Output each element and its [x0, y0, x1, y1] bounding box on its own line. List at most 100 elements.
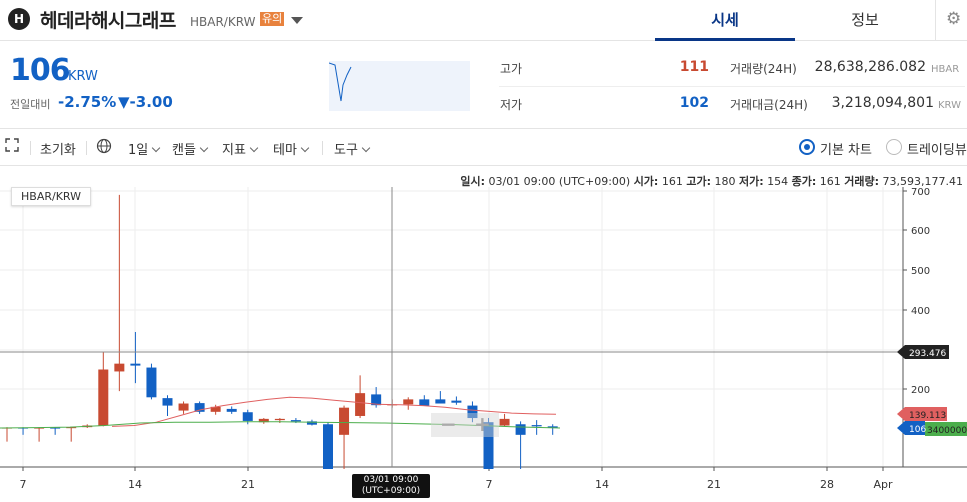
- svg-text:139.113: 139.113: [909, 411, 946, 421]
- crosshair-tz: (UTC+09:00): [361, 486, 421, 496]
- coin-pair: HBAR/KRW: [190, 15, 256, 29]
- tools-label: 도구: [334, 143, 358, 158]
- amount-unit: KRW: [938, 100, 961, 111]
- high-label: 고가: [500, 62, 523, 76]
- current-price-tag: 106: [897, 421, 926, 435]
- reset-button[interactable]: 초기화: [40, 139, 76, 158]
- tab-price[interactable]: 시세: [655, 0, 795, 41]
- candlestick-chart[interactable]: 200300400500600700714217142128Apr293.476…: [0, 187, 967, 502]
- price-unit: KRW: [68, 69, 98, 84]
- y-tick-label: 500: [911, 266, 930, 277]
- candle-body: [114, 363, 125, 372]
- volume-value: 28,638,286.082: [814, 59, 926, 75]
- amount-value: 3,218,094,801: [831, 95, 934, 111]
- candle-body: [515, 424, 526, 435]
- candle-body: [162, 398, 173, 406]
- price-summary: 106 KRW 전일대비 -2.75% ▼-3.00 고가 111 거래량(24…: [0, 41, 967, 129]
- ma-green-price-label: 3400000: [927, 426, 967, 436]
- candle-body: [323, 424, 333, 469]
- interval-select[interactable]: 1일: [128, 139, 161, 158]
- theme-label: 테마: [273, 143, 297, 158]
- candle-body: [130, 363, 141, 366]
- tab-divider: [935, 0, 936, 41]
- x-tick-label: 14: [595, 478, 609, 491]
- current-price: 106: [10, 53, 71, 88]
- coin-name: 헤데라해시그래프: [40, 10, 176, 32]
- candle-body: [178, 403, 189, 411]
- zoom-in-button[interactable]: +: [474, 412, 491, 436]
- gear-icon[interactable]: ⚙: [946, 9, 961, 29]
- candle-body: [451, 400, 462, 403]
- tab-info[interactable]: 정보: [795, 0, 935, 41]
- change-rate: -2.75%: [58, 93, 117, 111]
- candle-select[interactable]: 캔들: [172, 139, 209, 158]
- svg-text:106: 106: [909, 425, 926, 435]
- coin-header: H 헤데라해시그래프 HBAR/KRW 유의 시세 정보 ⚙: [0, 0, 967, 41]
- x-tick-label: 28: [820, 478, 834, 491]
- x-tick-label: 21: [241, 478, 255, 491]
- amount-label: 거래대금(24H): [730, 98, 808, 112]
- x-tick-label: 21: [707, 478, 721, 491]
- coin-dropdown-icon[interactable]: [291, 17, 303, 24]
- toolbar-divider: [86, 141, 87, 155]
- svg-text:293.476: 293.476: [909, 349, 946, 359]
- mini-price-line: [328, 62, 352, 102]
- crosshair-date: 03/01 09:00: [363, 475, 419, 485]
- chevron-down-icon: [151, 143, 161, 153]
- stat-divider: [499, 86, 965, 87]
- x-tick-label: 7: [486, 478, 493, 491]
- globe-icon[interactable]: [96, 138, 112, 158]
- candle-body: [339, 407, 350, 435]
- chevron-down-icon: [361, 143, 371, 153]
- candle-body: [146, 367, 157, 398]
- y-tick-label: 200: [911, 385, 930, 396]
- theme-select[interactable]: 테마: [273, 139, 310, 158]
- candle-body: [242, 412, 253, 421]
- indicator-label: 지표: [222, 143, 246, 158]
- candle-body: [355, 393, 366, 416]
- candle-body: [499, 418, 510, 426]
- tradingview-radio[interactable]: [886, 139, 902, 155]
- indicator-select[interactable]: 지표: [222, 139, 259, 158]
- coin-logo: H: [8, 8, 30, 30]
- warning-badge: 유의: [260, 12, 285, 26]
- basic-chart-radio[interactable]: [799, 139, 815, 155]
- x-tick-label: 7: [20, 478, 27, 491]
- mini-price-chart: [328, 61, 470, 111]
- candle-body: [98, 369, 109, 426]
- candle-body: [403, 399, 414, 405]
- crosshair-date-tag: 03/01 09:00 (UTC+09:00): [352, 474, 430, 498]
- interval-label: 1일: [128, 143, 149, 158]
- toolbar-divider: [322, 141, 323, 155]
- y-tick-label: 400: [911, 306, 930, 317]
- candle-body: [290, 420, 301, 422]
- candle-body: [419, 399, 430, 406]
- chevron-down-icon: [249, 143, 259, 153]
- crosshair-price-tag: 293.476: [897, 345, 949, 359]
- candle-body: [531, 425, 542, 427]
- volume-unit: HBAR: [931, 64, 960, 75]
- change-amount: ▼-3.00: [118, 93, 173, 111]
- expand-icon[interactable]: [5, 138, 19, 156]
- toolbar-divider: [30, 141, 31, 155]
- zoom-out-button[interactable]: −: [440, 412, 457, 436]
- candle-body: [435, 399, 446, 404]
- low-label: 저가: [500, 98, 523, 112]
- tools-select[interactable]: 도구: [334, 139, 371, 158]
- volume-label: 거래량(24H): [730, 62, 797, 76]
- chevron-down-icon: [199, 143, 209, 153]
- ma-red-price-tag: 139.113: [897, 407, 947, 421]
- x-tick-label: Apr: [873, 478, 893, 491]
- tradingview-label[interactable]: 트레이딩뷰: [907, 139, 967, 158]
- low-value: 102: [679, 95, 709, 111]
- chart-pair-label: HBAR/KRW: [11, 187, 91, 206]
- chart-toolbar: 초기화 1일 캔들 지표 테마 도구 기본 차트 트레이딩뷰: [0, 130, 967, 166]
- y-tick-label: 600: [911, 226, 930, 237]
- x-tick-label: 14: [128, 478, 142, 491]
- candle-body: [226, 408, 237, 412]
- basic-chart-label[interactable]: 기본 차트: [820, 139, 872, 158]
- candle-body: [274, 418, 285, 421]
- high-value: 111: [679, 59, 709, 75]
- chevron-down-icon: [300, 143, 310, 153]
- candle-label: 캔들: [172, 143, 196, 158]
